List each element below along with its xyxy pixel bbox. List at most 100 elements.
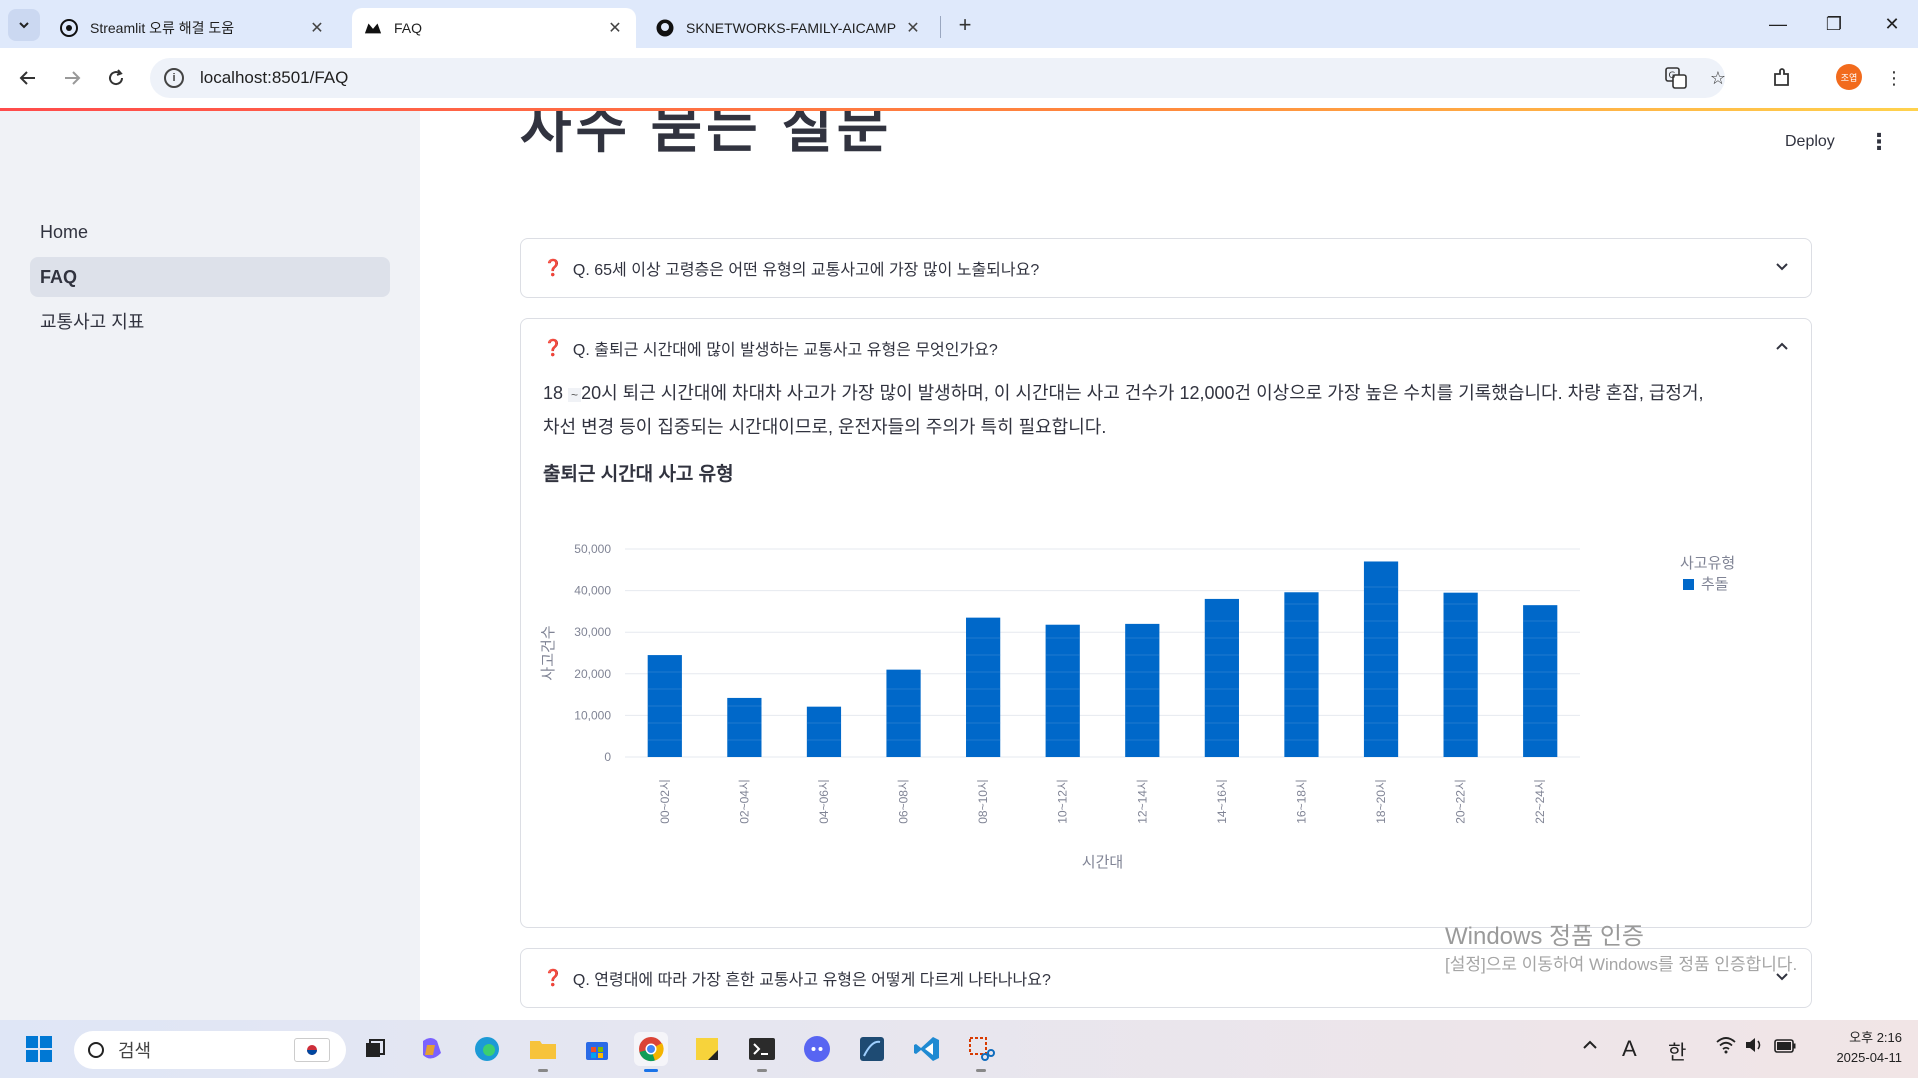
profile-avatar[interactable]: 조엽: [1836, 64, 1862, 90]
taskbar-search-placeholder: 검색: [118, 1041, 152, 1061]
x-axis-title: 시간대: [1082, 854, 1123, 871]
restore-button[interactable]: ❐: [1814, 8, 1854, 40]
close-window-button[interactable]: ✕: [1872, 8, 1912, 40]
discord-icon[interactable]: [800, 1032, 834, 1066]
faq-expander-2[interactable]: ❓ Q. 출퇴근 시간대에 많이 발생하는 교통사고 유형은 무엇인가요? 18…: [520, 318, 1812, 928]
x-tick-label: 04~06시: [817, 779, 831, 824]
sticky-notes-icon[interactable]: [690, 1032, 724, 1066]
faq-expander-header[interactable]: ❓ Q. 출퇴근 시간대에 많이 발생하는 교통사고 유형은 무엇인가요?: [521, 319, 1811, 377]
bookmark-star-icon[interactable]: ☆: [1702, 62, 1734, 94]
x-tick-label: 22~24시: [1533, 779, 1547, 824]
bar: [1523, 605, 1558, 757]
clock-time: 오후 2:16: [1849, 1030, 1902, 1045]
close-tab-icon[interactable]: ✕: [904, 18, 922, 38]
tab-title: Streamlit 오류 해결 도움: [90, 20, 235, 36]
x-tick-label: 20~22시: [1454, 779, 1468, 824]
bar-chart: 0 10,000 20,000 30,000 40,000 50,000 00~02시 02~…: [540, 542, 1735, 871]
faq-question: Q. 연령대에 따라 가장 흔한 교통사고 유형은 어떻게 다르게 나타나나요?: [572, 972, 1051, 989]
new-tab-button[interactable]: +: [950, 10, 980, 40]
x-tick-label: 18~20시: [1374, 779, 1388, 824]
file-explorer-icon[interactable]: [526, 1032, 560, 1072]
y-tick-label: 30,000: [574, 625, 611, 639]
korea-flag-icon: [294, 1038, 330, 1062]
browser-tab-streamlit-help[interactable]: Streamlit 오류 해결 도움 ✕: [48, 8, 338, 48]
sidebar-item-home[interactable]: Home: [30, 212, 390, 252]
copilot-icon[interactable]: [414, 1032, 448, 1066]
arrow-right-icon: [65, 71, 81, 85]
ime-hangul-indicator[interactable]: 한: [1668, 1036, 1686, 1065]
faq-answer-line: 18 ~20시 퇴근 시간대에 차대차 사고가 가장 많이 발생하며, 이 시간…: [543, 377, 1789, 411]
svg-text:G: G: [1669, 71, 1676, 81]
faq-answer: 18 ~20시 퇴근 시간대에 차대차 사고가 가장 많이 발생하며, 이 시간…: [521, 377, 1811, 443]
y-tick-label: 40,000: [574, 584, 611, 598]
legend-title: 사고유형: [1680, 555, 1735, 572]
sidebar-item-faq[interactable]: FAQ: [30, 257, 390, 297]
start-button[interactable]: [22, 1032, 56, 1066]
y-tick-label: 0: [604, 750, 611, 764]
deploy-button[interactable]: Deploy: [1785, 133, 1835, 151]
reload-button[interactable]: [100, 62, 132, 94]
translate-icon[interactable]: G: [1660, 62, 1692, 94]
task-view-icon[interactable]: [358, 1032, 392, 1066]
tab-title: SKNETWORKS-FAMILY-AICAMP: [686, 20, 897, 36]
running-indicator: [644, 1069, 658, 1072]
minimize-button[interactable]: —: [1758, 8, 1798, 40]
arrow-left-icon: [19, 71, 35, 85]
back-button[interactable]: [12, 62, 44, 94]
faq-question: Q. 65세 이상 고령층은 어떤 유형의 교통사고에 가장 많이 노출되나요?: [572, 262, 1040, 279]
bar: [806, 706, 842, 757]
battery-icon[interactable]: [1774, 1036, 1796, 1059]
y-tick-label: 50,000: [574, 542, 611, 556]
ime-mode-indicator[interactable]: A: [1622, 1036, 1637, 1062]
address-bar[interactable]: i localhost:8501/FAQ: [150, 58, 1725, 98]
browser-tab-github[interactable]: SKNETWORKS-FAMILY-AICAMP ✕: [644, 8, 934, 48]
bar: [1125, 623, 1160, 757]
sql-tool-icon[interactable]: [855, 1032, 889, 1066]
tab-search-button[interactable]: [8, 9, 40, 41]
chevron-down-icon: [19, 22, 29, 29]
tray-overflow-chevron-icon[interactable]: [1582, 1036, 1598, 1059]
bar: [1363, 561, 1399, 757]
taskbar-search[interactable]: 검색: [74, 1031, 346, 1069]
forward-button[interactable]: [56, 62, 88, 94]
browser-toolbar: i localhost:8501/FAQ G ☆ 조엽 ⋮: [0, 48, 1918, 110]
browser-menu-icon[interactable]: ⋮: [1878, 62, 1910, 94]
bar: [886, 669, 921, 757]
extensions-icon[interactable]: [1766, 62, 1798, 94]
chatgpt-icon: [60, 19, 78, 37]
vscode-icon[interactable]: [910, 1032, 944, 1066]
volume-icon[interactable]: [1744, 1036, 1764, 1060]
faq-expander-header[interactable]: ❓ Q. 65세 이상 고령층은 어떤 유형의 교통사고에 가장 많이 노출되나…: [521, 239, 1811, 297]
close-tab-icon[interactable]: ✕: [606, 18, 624, 38]
x-tick-label: 02~04시: [737, 779, 751, 824]
y-tick-label: 10,000: [574, 708, 611, 722]
question-mark-icon: ❓: [543, 340, 563, 357]
close-tab-icon[interactable]: ✕: [308, 18, 326, 38]
chrome-icon[interactable]: [634, 1032, 668, 1072]
chevron-up-icon: [1775, 339, 1789, 358]
github-icon: [656, 19, 674, 37]
terminal-icon[interactable]: [745, 1032, 779, 1072]
reload-icon: [109, 69, 124, 86]
x-tick-label: 14~16시: [1215, 779, 1229, 824]
bar: [1284, 592, 1319, 757]
x-tick-label: 10~12시: [1056, 779, 1070, 824]
wifi-icon[interactable]: [1716, 1036, 1736, 1060]
sidebar-item-traffic-indicators[interactable]: 교통사고 지표: [30, 301, 390, 341]
x-tick-label: 08~10시: [976, 779, 990, 824]
x-tick-label: 16~18시: [1294, 779, 1308, 824]
x-tick-label: 00~02시: [658, 779, 672, 824]
running-indicator: [538, 1069, 548, 1072]
faq-expander-1[interactable]: ❓ Q. 65세 이상 고령층은 어떤 유형의 교통사고에 가장 많이 노출되나…: [520, 238, 1812, 298]
bar: [966, 617, 1001, 757]
edge-icon[interactable]: [470, 1032, 504, 1066]
chart-heading: 출퇴근 시간대 사고 유형: [543, 464, 734, 485]
site-info-icon[interactable]: i: [164, 68, 184, 88]
microsoft-store-icon[interactable]: [580, 1032, 614, 1066]
page-title: 자주 묻는 질문: [520, 111, 893, 159]
main-menu-icon[interactable]: ⋮: [1868, 129, 1890, 155]
bar: [1204, 598, 1239, 757]
snipping-tool-icon[interactable]: [964, 1032, 998, 1072]
browser-tab-faq[interactable]: FAQ ✕: [352, 8, 636, 48]
taskbar-clock[interactable]: 오후 2:16 2025-04-11: [1816, 1028, 1902, 1068]
